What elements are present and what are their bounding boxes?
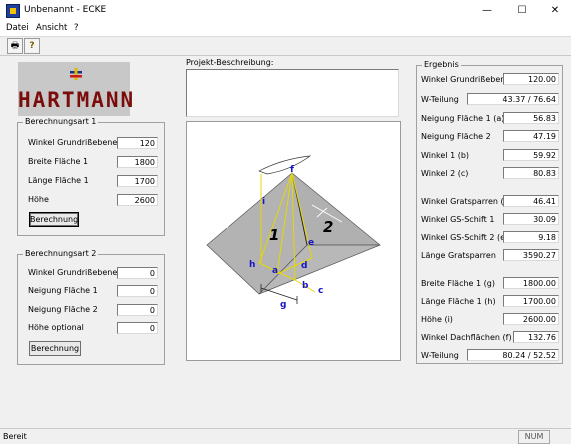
hartmann-logo: HARTMANN [18,62,136,116]
label-g: g [280,300,286,310]
roof-diagram-svg: f i 1 2 e h d a b c g [206,155,381,310]
calc2-slope1-label: Neigung Fläche 1 [28,286,98,295]
close-button[interactable]: ✕ [538,0,571,22]
result-value: 56.83 [503,112,559,124]
result-value: 59.92 [503,149,559,161]
result-label: Winkel GS-Schift 2 (e) [421,233,509,242]
calc1-berechnung-button[interactable]: Berechnung [29,212,79,227]
menu-bar: Datei Ansicht ? [0,22,571,37]
result-value: 132.76 [513,331,559,343]
status-text: Bereit [3,432,27,441]
result-value: 1700.00 [503,295,559,307]
calc2-height-input[interactable]: 0 [117,322,158,334]
label-e: e [308,238,314,248]
label-h: h [249,260,255,270]
calc1-height-input[interactable]: 2600 [117,194,158,206]
calc1-group: Berechnungsart 1 Winkel Grundrißebene 12… [17,117,165,236]
calc2-height-label: Höhe optional [28,323,84,332]
calc2-angle-label: Winkel Grundrißebene [28,268,118,277]
calc2-slope1-input[interactable]: 0 [117,285,158,297]
result-label: Höhe (i) [421,315,453,324]
label-d: d [301,261,307,271]
face-label-2: 2 [323,218,333,236]
result-label: Winkel Gratsparren (d) [421,197,512,206]
result-label: Winkel Dachflächen (f) [421,333,512,342]
calc2-slope2-input[interactable]: 0 [117,304,158,316]
logo-mark-icon [70,68,82,80]
result-value: 43.37 / 76.64 [467,93,559,105]
menu-datei[interactable]: Datei [6,23,29,33]
calc1-length-input[interactable]: 1700 [117,175,158,187]
minimize-button[interactable]: — [470,0,504,22]
label-a: a [272,266,278,276]
result-value: 80.24 / 52.52 [467,349,559,361]
calc1-width-label: Breite Fläche 1 [28,157,89,166]
angle-lens-shape [258,155,312,175]
calc1-angle-input[interactable]: 120 [117,137,158,149]
calc2-group: Berechnungsart 2 Winkel Grundrißebene 0 … [17,249,165,365]
dimension-line-g [260,287,298,301]
label-c: c [318,286,323,296]
label-b: b [302,281,309,291]
result-value: 47.19 [503,130,559,142]
menu-ansicht[interactable]: Ansicht [36,23,67,33]
maximize-button[interactable]: ☐ [505,0,539,22]
label-f: f [290,165,294,175]
calc2-title: Berechnungsart 2 [23,249,99,258]
help-icon[interactable]: ? [24,38,40,54]
result-value: 46.41 [503,195,559,207]
num-lock-indicator: NUM [518,430,550,444]
result-label: Breite Fläche 1 (g) [421,279,495,288]
menu-help[interactable]: ? [74,23,79,33]
roof-diagram: f i 1 2 e h d a b c g [186,121,401,361]
calc1-height-label: Höhe [28,195,49,204]
calc2-slope2-label: Neigung Fläche 2 [28,305,98,314]
calc1-width-input[interactable]: 1800 [117,156,158,168]
label-i: i [262,197,265,207]
logo-text: HARTMANN [18,88,136,112]
result-value: 3590.27 [503,249,559,261]
calc2-angle-input[interactable]: 0 [117,267,158,279]
result-label: Länge Fläche 1 (h) [421,297,496,306]
toolbar: 🖶 ? [0,37,571,56]
result-label: Länge Gratsparren [421,251,496,260]
result-value: 1800.00 [503,277,559,289]
calc1-length-label: Länge Fläche 1 [28,176,89,185]
window-title: Unbenannt - ECKE [24,5,107,15]
result-value: 30.09 [503,213,559,225]
face-label-1: 1 [269,226,279,244]
result-value: 120.00 [503,73,559,85]
result-label: W-Teilung [421,95,459,104]
calc1-title: Berechnungsart 1 [23,117,99,126]
result-label: Neigung Fläche 1 (a) [421,114,505,123]
result-value: 80.83 [503,167,559,179]
title-bar: Unbenannt - ECKE — ☐ ✕ [0,0,571,22]
result-label: Winkel 2 (c) [421,169,469,178]
calc2-berechnung-button[interactable]: Berechnung [29,341,81,356]
result-label: Neigung Fläche 2 [421,132,491,141]
result-label: Winkel Grundrißebene [421,75,511,84]
calc1-angle-label: Winkel Grundrißebene [28,138,118,147]
result-label: W-Teilung [421,351,459,360]
status-bar: Bereit NUM [0,428,571,444]
result-value: 2600.00 [503,313,559,325]
app-icon[interactable] [6,4,20,18]
project-label: Projekt-Beschreibung: [186,58,274,67]
result-label: Winkel 1 (b) [421,151,470,160]
result-label: Winkel GS-Schift 1 [421,215,495,224]
result-group: Ergebnis Winkel Grundrißebene 120.00 W-T… [416,60,563,364]
result-title: Ergebnis [422,60,461,69]
roof-face-2 [291,172,381,246]
print-icon[interactable]: 🖶 [7,38,23,54]
project-description-input[interactable] [186,69,399,117]
result-value: 9.18 [503,231,559,243]
